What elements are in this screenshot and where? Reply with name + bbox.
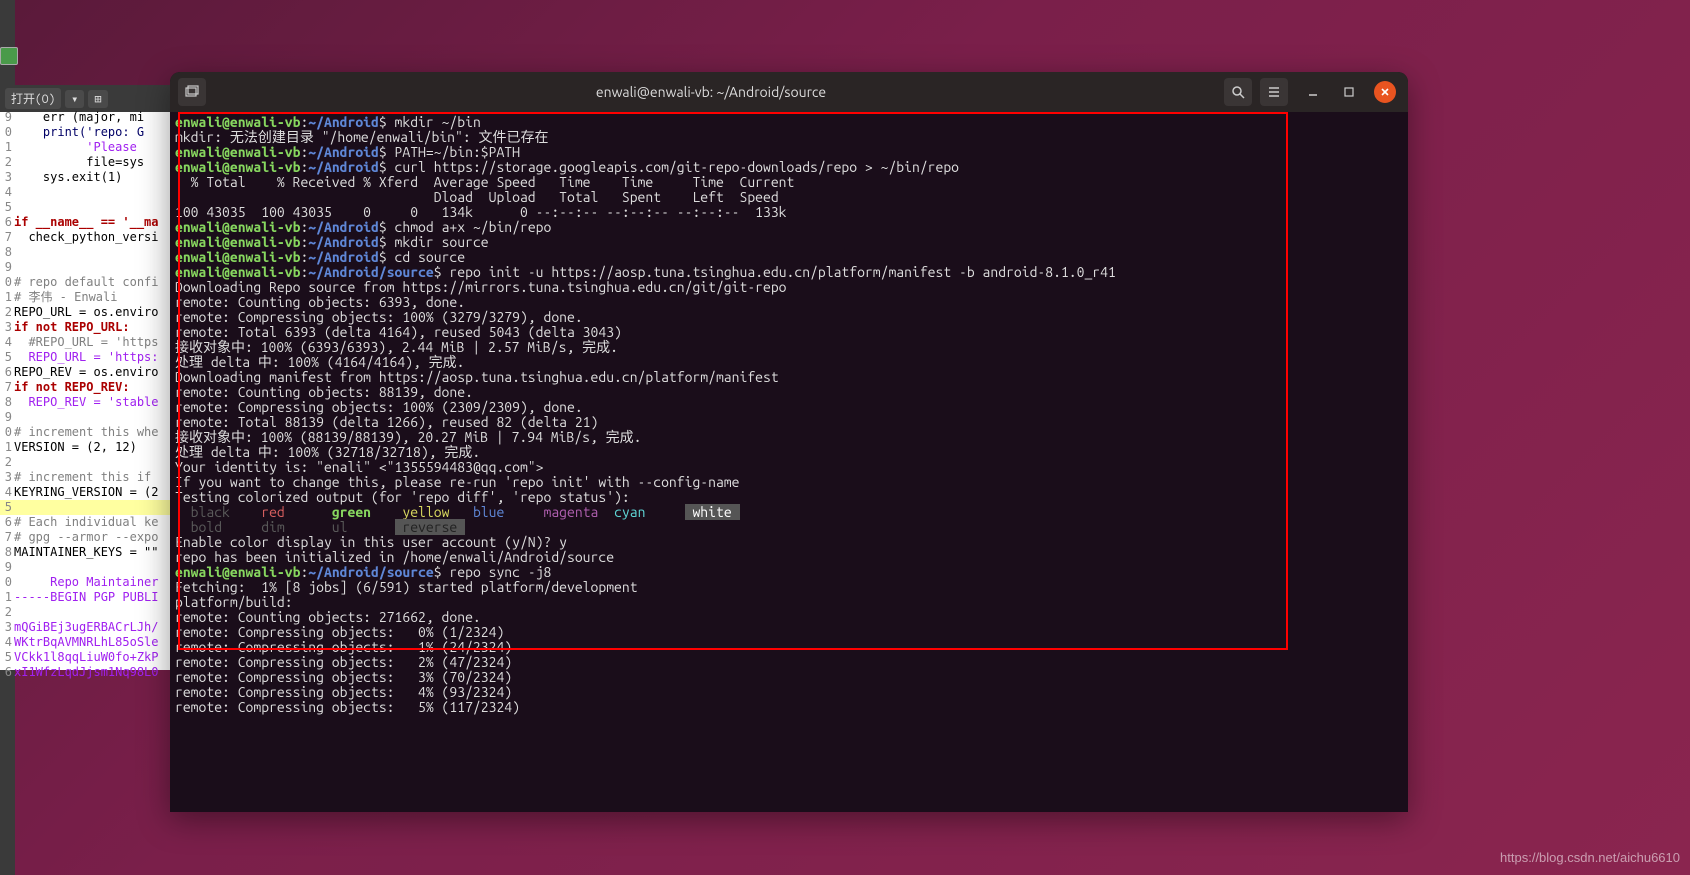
terminal-line: 接收对象中: 100% (6393/6393), 2.44 MiB | 2.57… xyxy=(175,340,1403,355)
editor-line: 8 xyxy=(0,245,175,260)
editor-line: 9 xyxy=(0,410,175,425)
terminal-line: remote: Counting objects: 88139, done. xyxy=(175,385,1403,400)
terminal-line: remote: Compressing objects: 3% (70/2324… xyxy=(175,670,1403,685)
editor-toolbar: 打开(O) ▾ ⊞ xyxy=(0,85,175,112)
editor-line: 3 sys.exit(1) xyxy=(0,170,175,185)
editor-line: 7 check_python_versi xyxy=(0,230,175,245)
terminal-line: 接收对象中: 100% (88139/88139), 20.27 MiB | 7… xyxy=(175,430,1403,445)
terminal-line: remote: Compressing objects: 0% (1/2324) xyxy=(175,625,1403,640)
editor-line: 7# gpg --armor --expo xyxy=(0,530,175,545)
editor-line: 6# Each individual ke xyxy=(0,515,175,530)
terminal-line: 100 43035 100 43035 0 0 134k 0 --:--:-- … xyxy=(175,205,1403,220)
editor-line: 4WKtrBqAVMNRLhL85oSle xyxy=(0,635,175,650)
terminal-line: remote: Compressing objects: 4% (93/2324… xyxy=(175,685,1403,700)
editor-line: 1VERSION = (2, 12) xyxy=(0,440,175,455)
editor-line: 0# increment this whe xyxy=(0,425,175,440)
terminal-line: Your identity is: "enali" <"1355594483@q… xyxy=(175,460,1403,475)
terminal-line: remote: Compressing objects: 5% (117/232… xyxy=(175,700,1403,715)
editor-line: 5 xyxy=(0,200,175,215)
editor-line: 0 print('repo: G xyxy=(0,125,175,140)
terminal-line: Fetching: 1% [8 jobs] (6/591) started pl… xyxy=(175,580,1403,595)
terminal-line: mkdir: 无法创建目录 "/home/enwali/bin": 文件已存在 xyxy=(175,130,1403,145)
editor-line: 1# 李伟 - Enwali xyxy=(0,290,175,305)
editor-line: 3# increment this if xyxy=(0,470,175,485)
editor-line: 5VCkk1l8qqLiuW0fo+ZkP xyxy=(0,650,175,665)
open-file-button[interactable]: 打开(O) xyxy=(5,88,61,109)
terminal-line: remote: Compressing objects: 2% (47/2324… xyxy=(175,655,1403,670)
editor-line: 7if not REPO_REV: xyxy=(0,380,175,395)
new-terminal-tab-button[interactable] xyxy=(178,78,206,106)
terminal-line: enwali@enwali-vb:~/Android$ mkdir ~/bin xyxy=(175,115,1403,130)
terminal-line: enwali@enwali-vb:~/Android$ PATH=~/bin:$… xyxy=(175,145,1403,160)
terminal-window: enwali@enwali-vb: ~/Android/source enwal… xyxy=(170,72,1408,812)
editor-line: 3mQGiBEj3ugERBACrLJh/ xyxy=(0,620,175,635)
editor-line: 0# repo default confi xyxy=(0,275,175,290)
search-button[interactable] xyxy=(1224,78,1252,106)
editor-line: 4 #REPO_URL = 'https xyxy=(0,335,175,350)
terminal-line: enwali@enwali-vb:~/Android/source$ repo … xyxy=(175,265,1403,280)
terminal-title: enwali@enwali-vb: ~/Android/source xyxy=(206,84,1216,100)
terminal-line: Dload Upload Total Spent Left Speed xyxy=(175,190,1403,205)
close-button[interactable] xyxy=(1374,81,1396,103)
editor-line: 1-----BEGIN PGP PUBLI xyxy=(0,590,175,605)
terminal-line: 处理 delta 中: 100% (32718/32718), 完成. xyxy=(175,445,1403,460)
editor-line: 6REPO_REV = os.enviro xyxy=(0,365,175,380)
terminal-line: Testing colorized output (for 'repo diff… xyxy=(175,490,1403,505)
terminal-line: remote: Total 88139 (delta 1266), reused… xyxy=(175,415,1403,430)
terminal-line: enwali@enwali-vb:~/Android/source$ repo … xyxy=(175,565,1403,580)
editor-line: 6if __name__ == '__ma xyxy=(0,215,175,230)
editor-code-area[interactable]: 9 err (major, mi0 print('repo: G1 'Pleas… xyxy=(0,110,175,680)
terminal-line: 处理 delta 中: 100% (4164/4164), 完成. xyxy=(175,355,1403,370)
editor-line: 2REPO_URL = os.enviro xyxy=(0,305,175,320)
menu-button[interactable] xyxy=(1260,78,1288,106)
terminal-body[interactable]: enwali@enwali-vb:~/Android$ mkdir ~/binm… xyxy=(170,112,1408,718)
terminal-line: remote: Compressing objects: 1% (24/2324… xyxy=(175,640,1403,655)
editor-line: 5 xyxy=(0,500,175,515)
editor-line: 3if not REPO_URL: xyxy=(0,320,175,335)
terminal-line: remote: Total 6393 (delta 4164), reused … xyxy=(175,325,1403,340)
editor-line: 6xI1WfzLqdJjsm1Nq98L0 xyxy=(0,665,175,680)
editor-line: 0 Repo Maintainer xyxy=(0,575,175,590)
terminal-line: remote: Compressing objects: 100% (2309/… xyxy=(175,400,1403,415)
editor-line: 9 xyxy=(0,560,175,575)
terminal-line: remote: Counting objects: 6393, done. xyxy=(175,295,1403,310)
terminal-line: repo has been initialized in /home/enwal… xyxy=(175,550,1403,565)
terminal-line: Downloading manifest from https://aosp.t… xyxy=(175,370,1403,385)
editor-line: 2 file=sys xyxy=(0,155,175,170)
terminal-line: remote: Counting objects: 271662, done. xyxy=(175,610,1403,625)
editor-line: 4 xyxy=(0,185,175,200)
terminal-line: enwali@enwali-vb:~/Android$ mkdir source xyxy=(175,235,1403,250)
editor-line: 9 xyxy=(0,260,175,275)
open-dropdown-button[interactable]: ▾ xyxy=(65,90,84,108)
terminal-line: bold dim ul reverse xyxy=(175,520,1403,535)
terminal-line: enwali@enwali-vb:~/Android$ chmod a+x ~/… xyxy=(175,220,1403,235)
editor-line: 2 xyxy=(0,605,175,620)
editor-line: 4KEYRING_VERSION = (2 xyxy=(0,485,175,500)
terminal-titlebar[interactable]: enwali@enwali-vb: ~/Android/source xyxy=(170,72,1408,112)
editor-line: 8 REPO_REV = 'stable xyxy=(0,395,175,410)
editor-line: 1 'Please xyxy=(0,140,175,155)
terminal-line: remote: Compressing objects: 100% (3279/… xyxy=(175,310,1403,325)
vm-icon xyxy=(0,47,18,65)
terminal-line: % Total % Received % Xferd Average Speed… xyxy=(175,175,1403,190)
editor-line: 2 xyxy=(0,455,175,470)
editor-line: 8MAINTAINER_KEYS = "" xyxy=(0,545,175,560)
editor-line: 5 REPO_URL = 'https: xyxy=(0,350,175,365)
new-tab-button[interactable]: ⊞ xyxy=(88,90,107,108)
terminal-line: If you want to change this, please re-ru… xyxy=(175,475,1403,490)
terminal-line: black red green yellow blue magenta cyan… xyxy=(175,505,1403,520)
minimize-button[interactable] xyxy=(1302,81,1324,103)
terminal-line: enwali@enwali-vb:~/Android$ curl https:/… xyxy=(175,160,1403,175)
maximize-button[interactable] xyxy=(1338,81,1360,103)
watermark-text: https://blog.csdn.net/aichu6610 xyxy=(1500,850,1680,865)
terminal-line: enwali@enwali-vb:~/Android$ cd source xyxy=(175,250,1403,265)
terminal-line: Enable color display in this user accoun… xyxy=(175,535,1403,550)
terminal-line: Downloading Repo source from https://mir… xyxy=(175,280,1403,295)
editor-line: 9 err (major, mi xyxy=(0,110,175,125)
terminal-line: platform/build: xyxy=(175,595,1403,610)
